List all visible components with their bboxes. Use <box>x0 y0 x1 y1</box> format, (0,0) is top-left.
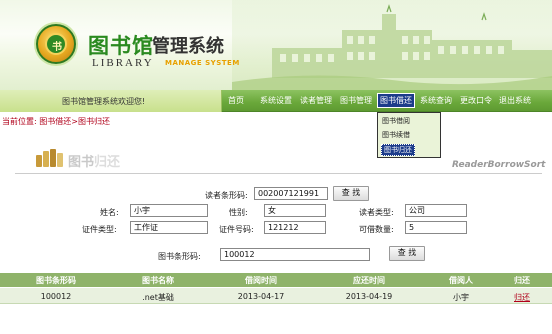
gender-label: 性别: <box>229 208 248 217</box>
main-nav: 图书馆管理系统欢迎您! 首页 系统设置 读者管理 图书管理 图书借还 系统查询 … <box>0 90 552 112</box>
name-field[interactable]: 小宇 <box>130 204 208 217</box>
reader-type-label: 读者类型: <box>359 208 394 217</box>
menu-logout[interactable]: 退出系统 <box>499 95 531 106</box>
welcome-box: 图书馆管理系统欢迎您! <box>0 90 222 112</box>
book-spine <box>57 153 63 167</box>
cert-type-field[interactable]: 工作证 <box>130 221 208 234</box>
column-header: 应还时间 <box>353 276 385 285</box>
reader-search-button[interactable]: 查 找 <box>333 186 369 201</box>
breadcrumb: 当前位置: 图书借还>图书归还 <box>2 117 110 126</box>
menu-book-management[interactable]: 图书管理 <box>340 95 372 106</box>
column-header: 借阅人 <box>449 276 473 285</box>
reader-barcode-label: 读者条形码: <box>205 191 248 200</box>
building-illustration <box>232 0 552 90</box>
quota-field[interactable]: 5 <box>405 221 467 234</box>
cell-book-name: .net基础 <box>142 293 174 302</box>
section-english-title: ReaderBorrowSort <box>452 160 546 170</box>
dropdown-item-renew[interactable]: 图书续借 <box>382 130 410 140</box>
library-emblem-icon: 书 <box>36 24 76 64</box>
cell-borrow-date: 2013-04-17 <box>237 292 285 301</box>
menu-reader-management[interactable]: 读者管理 <box>300 95 332 106</box>
column-header: 图书名称 <box>142 276 174 285</box>
menu-change-password[interactable]: 更改口令 <box>460 95 492 106</box>
emblem-text: 书 <box>52 42 62 53</box>
cert-no-label: 证件号码: <box>219 225 254 234</box>
logo-english: LIBRARY <box>92 57 154 69</box>
logo-subtitle: 管理系统 <box>152 36 224 57</box>
return-link[interactable]: 归还 <box>514 292 530 303</box>
section-title-b: 归还 <box>94 155 121 170</box>
book-spine <box>36 155 42 167</box>
cert-type-label: 证件类型: <box>82 225 117 234</box>
menu-borrow-return[interactable]: 图书借还 <box>377 93 415 108</box>
column-header: 借阅时间 <box>245 276 277 285</box>
welcome-text: 图书馆管理系统欢迎您! <box>62 97 146 106</box>
book-spine <box>43 151 49 167</box>
quota-label: 可借数量: <box>359 225 394 234</box>
book-search-button[interactable]: 查 找 <box>389 246 425 261</box>
menu-home[interactable]: 首页 <box>228 95 244 106</box>
logo-english-sub: MANAGE SYSTEM <box>165 59 240 67</box>
logo-title: 图书馆 <box>88 33 154 58</box>
cell-due-date: 2013-04-19 <box>345 292 393 301</box>
reader-barcode-input[interactable]: 002007121991 <box>254 187 328 200</box>
cert-no-field[interactable]: 121212 <box>264 221 326 234</box>
name-label: 姓名: <box>100 208 119 217</box>
reader-type-field[interactable]: 公司 <box>405 204 467 217</box>
section-title-a: 图书 <box>68 155 95 170</box>
menu-system-query[interactable]: 系统查询 <box>420 95 452 106</box>
books-icon <box>36 149 70 167</box>
book-barcode-input[interactable]: 100012 <box>220 248 370 261</box>
menu-system-settings[interactable]: 系统设置 <box>260 95 292 106</box>
book-spine <box>50 149 56 167</box>
emblem-inner: 书 <box>45 33 67 55</box>
column-header: 归还 <box>514 276 530 285</box>
table-header: 图书条形码 图书名称 借阅时间 应还时间 借阅人 归还 <box>0 273 552 287</box>
section-divider <box>15 173 542 174</box>
gender-field[interactable]: 女 <box>264 204 326 217</box>
dropdown-item-borrow[interactable]: 图书借阅 <box>382 116 410 126</box>
table-row: 100012 .net基础 2013-04-17 2013-04-19 小宇 归… <box>0 288 552 304</box>
column-header: 图书条形码 <box>36 276 76 285</box>
section-header: 图书归还 ReaderBorrowSort <box>0 143 552 175</box>
header-banner: 书 图书馆 管理系统 LIBRARY MANAGE SYSTEM <box>0 0 552 90</box>
cell-barcode: 100012 <box>40 292 72 301</box>
cell-borrower: 小宇 <box>453 293 469 302</box>
section-title: 图书归还 <box>68 151 120 170</box>
book-barcode-label: 图书条形码: <box>158 252 201 261</box>
